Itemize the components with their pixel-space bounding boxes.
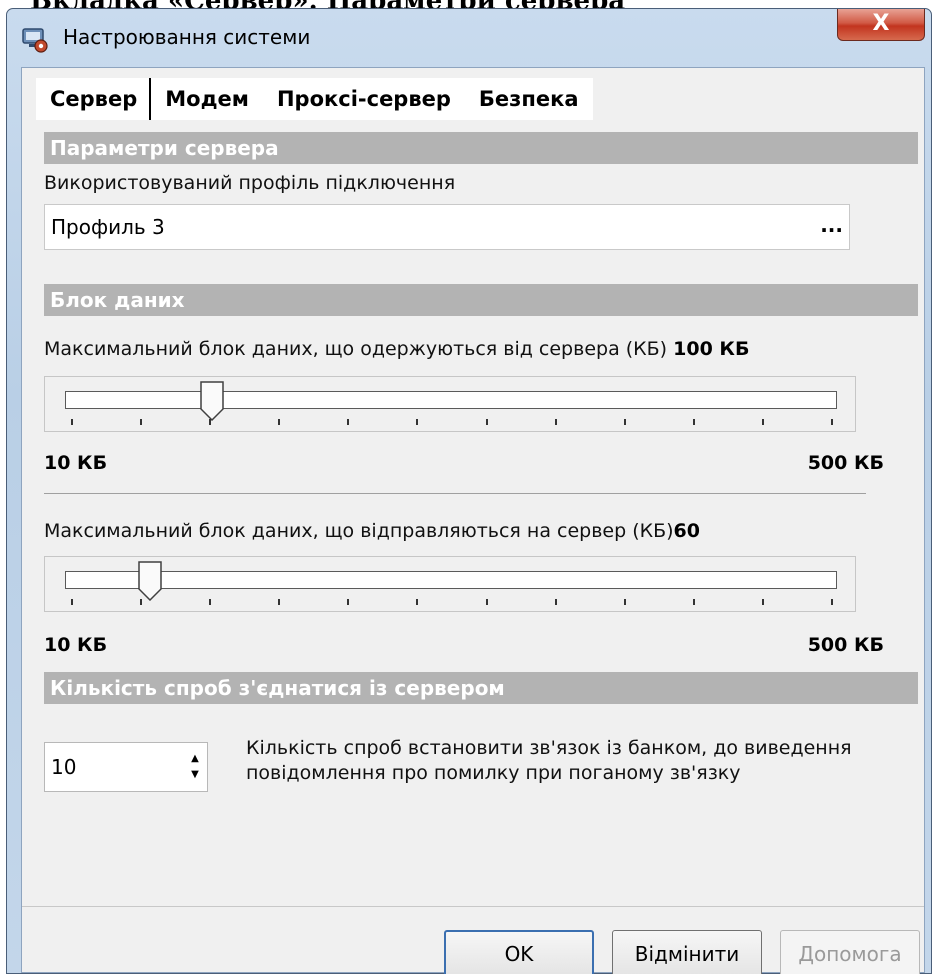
profile-label: Використовуваний профіль підключення xyxy=(44,172,456,194)
slider-tick xyxy=(761,599,764,605)
stepper-down-icon[interactable]: ▼ xyxy=(185,769,205,781)
slider-divider xyxy=(44,493,866,494)
slider-tick xyxy=(278,419,281,425)
stepper-up-icon[interactable]: ▲ xyxy=(185,753,205,765)
slider-tick xyxy=(623,419,626,425)
slider-tick xyxy=(554,599,557,605)
slider-tick xyxy=(347,599,350,605)
receive-slider-track[interactable] xyxy=(65,391,837,409)
send-slider-track[interactable] xyxy=(65,571,837,589)
slider-tick xyxy=(554,419,557,425)
receive-slider-thumb[interactable] xyxy=(199,381,224,422)
retries-header: Кількість спроб з'єднатися із сервером xyxy=(44,672,918,704)
send-block-text: Максимальний блок даних, що відправляють… xyxy=(44,520,674,542)
settings-dialog: Настроювання системи X Сервер Модем Прок… xyxy=(6,8,932,974)
ok-button[interactable]: OK xyxy=(444,930,594,974)
slider-tick xyxy=(71,419,73,425)
slider-tick xyxy=(485,599,488,605)
send-block-value: 60 xyxy=(673,520,700,542)
slider-tick xyxy=(140,419,143,425)
slider-tick xyxy=(692,599,695,605)
send-block-label: Максимальний блок даних, що відправляють… xyxy=(44,520,700,542)
slider-tick xyxy=(71,599,73,605)
title-bar[interactable]: Настроювання системи X xyxy=(7,9,931,67)
receive-block-slider[interactable] xyxy=(44,376,856,432)
slider-tick xyxy=(209,419,212,425)
send-min-label: 10 КБ xyxy=(44,634,108,656)
receive-max-label: 500 КБ xyxy=(807,452,884,474)
slider-tick xyxy=(485,419,488,425)
slider-tick xyxy=(761,419,764,425)
window-title: Настроювання системи xyxy=(63,25,311,49)
slider-tick xyxy=(416,599,419,605)
receive-block-value: 100 КБ xyxy=(673,338,750,360)
send-slider-thumb[interactable] xyxy=(138,561,162,602)
retries-stepper[interactable]: 10 ▲ ▼ xyxy=(44,742,208,792)
stepper-arrows[interactable]: ▲ ▼ xyxy=(185,745,205,789)
slider-tick xyxy=(831,599,833,605)
dialog-client-area: Сервер Модем Проксі-сервер Безпека Парам… xyxy=(21,67,925,974)
cancel-button[interactable]: Відмінити xyxy=(612,930,762,974)
slider-tick xyxy=(416,419,419,425)
slider-tick xyxy=(278,599,281,605)
connection-profile-value: Профиль 3 xyxy=(51,215,165,239)
connection-profile-field[interactable]: Профиль 3 ... xyxy=(44,204,850,250)
retries-description: Кількість спроб встановити зв'язок із ба… xyxy=(246,737,852,784)
button-bar-divider xyxy=(22,906,924,907)
tab-bar: Сервер Модем Проксі-сервер Безпека xyxy=(36,78,593,120)
slider-tick xyxy=(140,599,143,605)
send-block-slider[interactable] xyxy=(44,556,856,612)
send-max-label: 500 КБ xyxy=(807,634,884,656)
tab-proxy-server[interactable]: Проксі-сервер xyxy=(262,78,465,120)
slider-tick xyxy=(347,419,350,425)
help-button[interactable]: Допомога xyxy=(780,930,920,974)
server-params-header: Параметри сервера xyxy=(44,132,918,164)
receive-min-label: 10 КБ xyxy=(44,452,108,474)
receive-block-text: Максимальний блок даних, що одержуються … xyxy=(44,338,668,360)
tab-server[interactable]: Сервер xyxy=(36,78,152,120)
close-button[interactable]: X xyxy=(837,9,925,41)
slider-tick xyxy=(692,419,695,425)
receive-block-label: Максимальний блок даних, що одержуються … xyxy=(44,338,749,360)
tab-modem[interactable]: Модем xyxy=(151,78,263,120)
browse-profile-button[interactable]: ... xyxy=(820,205,843,245)
retries-value: 10 xyxy=(51,755,77,779)
slider-tick xyxy=(209,599,212,605)
tab-security[interactable]: Безпека xyxy=(464,78,593,120)
data-block-header: Блок даних xyxy=(44,284,918,316)
slider-tick xyxy=(831,419,833,425)
app-settings-icon xyxy=(21,27,49,53)
slider-tick xyxy=(623,599,626,605)
